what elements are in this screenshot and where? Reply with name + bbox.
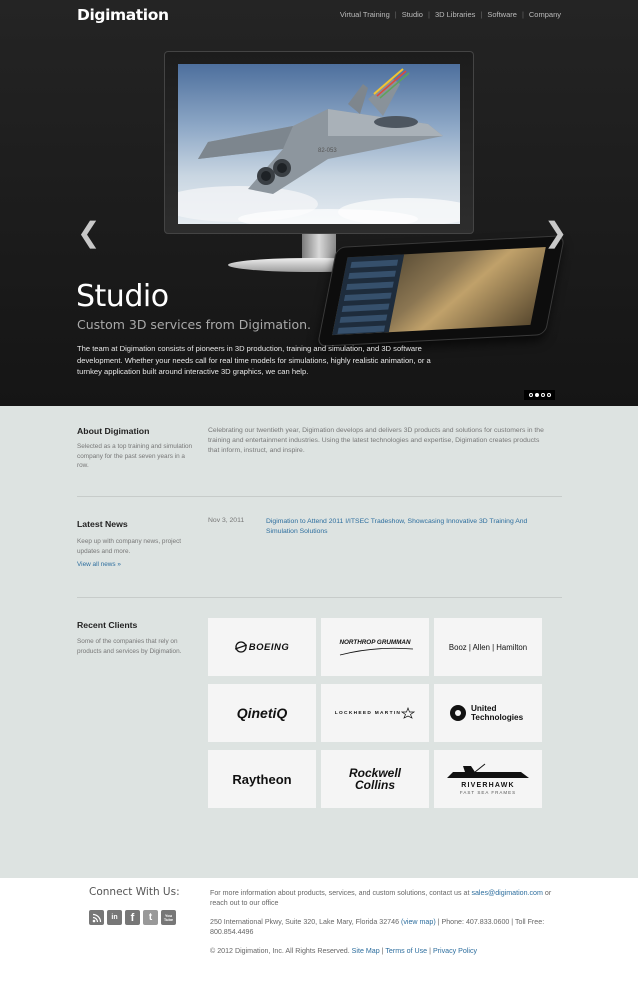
- section-divider: [77, 496, 562, 497]
- nav-separator: |: [394, 10, 397, 19]
- email-link[interactable]: sales@digimation.com: [471, 889, 542, 897]
- nav-separator: |: [427, 10, 430, 19]
- northrop-swoosh-icon: [339, 647, 414, 655]
- footer-contact: For more information about products, ser…: [210, 889, 552, 907]
- clients-title: Recent Clients: [77, 620, 138, 630]
- jet-tail-number: 82-053: [318, 148, 337, 154]
- clients-description: Some of the companies that rely on produ…: [77, 638, 182, 655]
- slide-dot-2[interactable]: [534, 393, 539, 397]
- news-headline-link[interactable]: Digimation to Attend 2011 I/ITSEC Trades…: [266, 517, 551, 537]
- client-logo-booz-allen-hamilton: Booz | Allen | Hamilton: [434, 618, 542, 676]
- jet-screen-image: 82-053: [178, 64, 460, 224]
- nav-software[interactable]: Software: [487, 10, 517, 19]
- section-divider: [77, 597, 562, 598]
- footer: Connect With Us: in f t You Tube For mor…: [0, 878, 638, 994]
- main-nav: Virtual Training | Studio | 3D Libraries…: [340, 10, 561, 19]
- client-logo-raytheon: Raytheon: [208, 750, 316, 808]
- view-all-news-link[interactable]: View all news »: [77, 561, 121, 568]
- chevron-right-icon[interactable]: ❯: [544, 216, 567, 249]
- twitter-icon[interactable]: t: [143, 910, 158, 925]
- riverhawk-ship-icon: [447, 763, 529, 778]
- client-logo-lockheed-martin: LOCKHEED MARTIN: [321, 684, 429, 742]
- nav-company[interactable]: Company: [529, 10, 561, 19]
- fighter-jet-illustration: 82-053: [178, 68, 460, 224]
- youtube-icon[interactable]: You Tube: [161, 910, 176, 925]
- boeing-emblem-icon: [234, 641, 247, 653]
- connect-title: Connect With Us:: [89, 886, 180, 898]
- footer-copyright: © 2012 Digimation, Inc. All Rights Reser…: [210, 947, 478, 955]
- rss-glyph: [92, 913, 101, 922]
- slide-indicator: [524, 390, 555, 400]
- client-logo-boeing: BOEING: [208, 618, 316, 676]
- slide-dot-3[interactable]: [540, 393, 545, 397]
- monitor-image: 82-053: [164, 51, 474, 234]
- site-map-link[interactable]: Site Map: [352, 947, 380, 955]
- slide-dot-1[interactable]: [528, 393, 533, 397]
- nav-3d-libraries[interactable]: 3D Libraries: [435, 10, 475, 19]
- view-map-link[interactable]: (view map): [401, 918, 436, 926]
- news-description: Keep up with company news, project updat…: [77, 538, 182, 555]
- client-logo-riverhawk: RIVERHAWK FAST SEA FRAMES: [434, 750, 542, 808]
- hero-banner: Digimation Virtual Training | Studio | 3…: [0, 0, 638, 406]
- terms-of-use-link[interactable]: Terms of Use: [385, 947, 427, 955]
- united-technologies-emblem-icon: [450, 705, 466, 721]
- tablet-side-panel: [332, 254, 405, 336]
- privacy-policy-link[interactable]: Privacy Policy: [433, 947, 477, 955]
- news-title: Latest News: [77, 519, 128, 529]
- logo[interactable]: Digimation: [77, 6, 169, 24]
- linkedin-icon[interactable]: in: [107, 910, 122, 925]
- tablet-screen: [332, 247, 546, 336]
- nav-separator: |: [480, 10, 483, 19]
- lockheed-star-icon: [401, 707, 416, 719]
- chevron-left-icon[interactable]: ❮: [77, 216, 100, 249]
- slide-dot-4[interactable]: [546, 393, 551, 397]
- client-logo-united-technologies: United Technologies: [434, 684, 542, 742]
- hero-title: Studio: [76, 279, 169, 314]
- client-logo-northrop-grumman: NORTHROP GRUMMAN: [321, 618, 429, 676]
- about-description: Selected as a top training and simulatio…: [77, 443, 193, 469]
- client-logo-qinetiq: QinetiQ: [208, 684, 316, 742]
- hero-subtitle: Custom 3D services from Digimation.: [77, 317, 311, 332]
- rss-icon[interactable]: [89, 910, 104, 925]
- about-title: About Digimation: [77, 426, 150, 436]
- nav-studio[interactable]: Studio: [402, 10, 423, 19]
- nav-separator: |: [521, 10, 524, 19]
- facebook-icon[interactable]: f: [125, 910, 140, 925]
- social-links: in f t You Tube: [89, 910, 176, 925]
- tablet-image: [316, 235, 566, 347]
- news-date: Nov 3, 2011: [208, 517, 245, 524]
- about-body: Celebrating our twentieth year, Digimati…: [208, 427, 544, 454]
- footer-address: 250 International Pkwy, Suite 320, Lake …: [210, 918, 545, 936]
- client-logo-rockwell-collins: Rockwell Collins: [321, 750, 429, 808]
- hero-description: The team at Digimation consists of pione…: [77, 344, 431, 376]
- nav-virtual-training[interactable]: Virtual Training: [340, 10, 390, 19]
